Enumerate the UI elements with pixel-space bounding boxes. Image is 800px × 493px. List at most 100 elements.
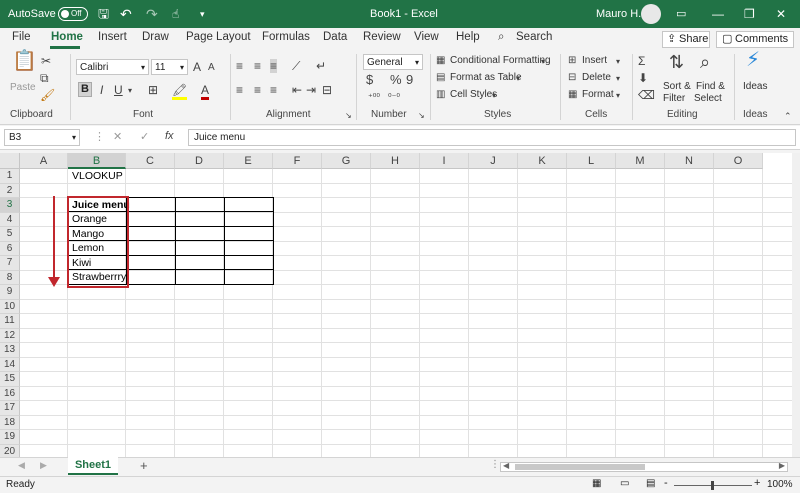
conditional-formatting-icon[interactable]: ▦: [436, 54, 445, 68]
insert-cells-button[interactable]: Insert: [582, 55, 607, 66]
format-cells-button[interactable]: Format: [582, 89, 614, 100]
conditional-formatting-button[interactable]: Conditional Formatting: [450, 55, 551, 66]
comments-button[interactable]: ▢ Comments: [716, 31, 794, 48]
collapse-ribbon-icon[interactable]: ⌃: [784, 109, 792, 123]
number-format-select[interactable]: General ▾: [363, 54, 423, 70]
column-header-a[interactable]: A: [20, 153, 68, 169]
row-header-12[interactable]: 12: [0, 328, 20, 343]
align-center-icon[interactable]: ≡: [254, 83, 261, 97]
row-header-19[interactable]: 19: [0, 430, 20, 445]
cell-b1[interactable]: VLOOKUP: [70, 169, 123, 183]
percent-button[interactable]: %: [390, 73, 402, 87]
increase-indent-icon[interactable]: ⇥: [306, 83, 316, 97]
confirm-entry-button[interactable]: ✓: [140, 130, 149, 143]
touch-mode-icon[interactable]: ☝: [172, 0, 179, 28]
align-right-icon[interactable]: ≡: [270, 83, 277, 97]
zoom-slider-thumb[interactable]: [711, 481, 714, 490]
page-break-view-icon[interactable]: ▤: [646, 478, 655, 489]
tab-split-handle[interactable]: ⋮: [490, 459, 500, 470]
column-header-h[interactable]: H: [371, 153, 420, 169]
chevron-down-icon[interactable]: ▾: [516, 72, 520, 86]
tab-data[interactable]: Data: [323, 31, 347, 43]
column-header-i[interactable]: I: [420, 153, 469, 169]
chevron-down-icon[interactable]: ▾: [128, 84, 132, 98]
save-icon[interactable]: 🖫: [98, 0, 109, 28]
find-select-label-2[interactable]: Select: [694, 93, 722, 104]
page-layout-view-icon[interactable]: ▭: [620, 478, 629, 489]
orientation-icon[interactable]: ⟋: [292, 59, 300, 73]
cancel-entry-button[interactable]: ✕: [113, 130, 122, 143]
align-left-icon[interactable]: ≡: [236, 83, 243, 97]
ideas-button[interactable]: Ideas: [743, 81, 767, 92]
tab-home[interactable]: Home: [51, 31, 83, 43]
align-middle-icon[interactable]: ≡: [254, 59, 261, 73]
row-header-2[interactable]: 2: [0, 183, 20, 198]
user-name[interactable]: Mauro H.: [596, 0, 641, 28]
select-all-button[interactable]: [0, 153, 20, 169]
increase-font-icon[interactable]: A: [193, 60, 201, 74]
fill-color-icon[interactable]: 🖍: [172, 83, 188, 100]
increase-decimal-icon[interactable]: ⁺⁰⁰: [368, 90, 380, 104]
normal-view-icon[interactable]: ▦: [592, 478, 601, 489]
redo-icon[interactable]: ↷: [146, 0, 158, 28]
tab-page-layout[interactable]: Page Layout: [186, 31, 251, 43]
close-button[interactable]: ✕: [776, 0, 786, 28]
row-header-9[interactable]: 9: [0, 285, 20, 300]
format-as-table-button[interactable]: Format as Table: [450, 72, 522, 83]
tab-help[interactable]: Help: [456, 31, 480, 43]
column-header-k[interactable]: K: [518, 153, 567, 169]
avatar[interactable]: [641, 4, 661, 24]
row-header-7[interactable]: 7: [0, 256, 20, 271]
next-sheet-icon[interactable]: ▶: [40, 460, 47, 471]
column-header-o[interactable]: O: [714, 153, 763, 169]
row-header-11[interactable]: 11: [0, 314, 20, 329]
add-sheet-button[interactable]: +: [140, 458, 148, 473]
row-header-17[interactable]: 17: [0, 401, 20, 416]
row-header-4[interactable]: 4: [0, 212, 20, 227]
comma-button[interactable]: 9: [406, 73, 413, 87]
vertical-scrollbar[interactable]: [792, 153, 800, 457]
format-cells-icon[interactable]: ▦: [568, 88, 577, 102]
decrease-decimal-icon[interactable]: ⁰⁻⁰: [388, 90, 400, 104]
row-header-13[interactable]: 13: [0, 343, 20, 358]
minimize-button[interactable]: —: [712, 0, 724, 28]
search-label[interactable]: Search: [516, 31, 552, 43]
row-header-14[interactable]: 14: [0, 357, 20, 372]
row-header-10[interactable]: 10: [0, 299, 20, 314]
cut-icon[interactable]: ✂: [41, 54, 51, 68]
sort-filter-icon[interactable]: ⇅: [669, 53, 684, 71]
column-header-g[interactable]: G: [322, 153, 371, 169]
zoom-level[interactable]: 100%: [767, 479, 793, 490]
bold-button[interactable]: B: [78, 82, 92, 97]
prev-sheet-icon[interactable]: ◀: [18, 460, 25, 471]
font-name-select[interactable]: Calibri ▾: [76, 59, 149, 75]
tab-review[interactable]: Review: [363, 31, 401, 43]
tab-file[interactable]: File: [12, 31, 31, 43]
row-header-6[interactable]: 6: [0, 241, 20, 256]
column-header-f[interactable]: F: [273, 153, 322, 169]
row-header-16[interactable]: 16: [0, 386, 20, 401]
sheet-tab-sheet1[interactable]: Sheet1: [68, 457, 118, 475]
formula-input[interactable]: Juice menu: [188, 129, 796, 146]
row-header-1[interactable]: 1: [0, 169, 20, 184]
autosum-icon[interactable]: Σ: [638, 54, 645, 68]
font-size-select[interactable]: 11 ▾: [151, 59, 188, 75]
scroll-right-icon[interactable]: ▶: [779, 461, 785, 470]
undo-icon[interactable]: ↶: [120, 0, 132, 28]
tab-draw[interactable]: Draw: [142, 31, 169, 43]
scroll-left-icon[interactable]: ◀: [503, 461, 509, 470]
chevron-down-icon[interactable]: ▾: [616, 72, 620, 86]
row-header-18[interactable]: 18: [0, 415, 20, 430]
currency-button[interactable]: $: [366, 73, 373, 87]
column-header-j[interactable]: J: [469, 153, 518, 169]
format-painter-icon[interactable]: 🖌: [40, 88, 55, 102]
name-box[interactable]: B3 ▾: [4, 129, 80, 146]
insert-function-button[interactable]: fx: [165, 130, 174, 142]
format-as-table-icon[interactable]: ▤: [436, 71, 445, 85]
align-top-icon[interactable]: ≡: [236, 59, 243, 73]
chevron-down-icon[interactable]: ▾: [616, 89, 620, 103]
search-icon[interactable]: ⌕: [498, 31, 504, 44]
clear-icon[interactable]: ⌫: [638, 88, 655, 102]
cell-styles-icon[interactable]: ▥: [436, 88, 445, 102]
dialog-launcher-icon[interactable]: ↘: [345, 109, 352, 123]
